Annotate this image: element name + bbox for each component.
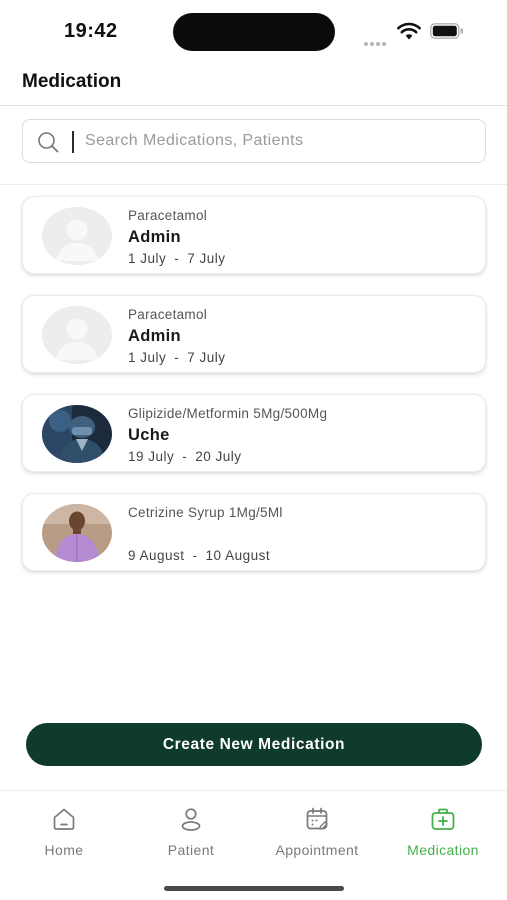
- date-range: 1 July -7 July: [128, 350, 478, 365]
- nav-label-home: Home: [44, 842, 84, 858]
- nav-item-appointment[interactable]: Appointment: [257, 805, 377, 865]
- end-date: 10 August: [205, 548, 271, 563]
- status-time: 19:42: [64, 20, 118, 42]
- bottom-navigation: Home Patient Appointment Medication: [0, 790, 507, 900]
- medication-card[interactable]: Paracetamol Admin 1 July -7 July: [22, 196, 486, 274]
- nav-label-medication: Medication: [407, 842, 479, 858]
- calendar-icon: [306, 807, 328, 830]
- nav-label-patient: Patient: [167, 842, 215, 858]
- search-box[interactable]: [22, 119, 486, 163]
- start-date: 1 July: [128, 251, 167, 266]
- patient-name: Admin: [128, 228, 181, 246]
- patient-name: Uche: [128, 426, 170, 444]
- date-separator: -: [174, 350, 180, 365]
- placeholder-avatar: [42, 207, 112, 265]
- start-date: 19 July: [128, 449, 175, 464]
- end-date: 7 July: [187, 251, 226, 266]
- user-icon: [181, 808, 201, 831]
- battery-icon: [430, 23, 463, 39]
- drug-name: Paracetamol: [128, 307, 208, 322]
- nav-label-appointment: Appointment: [275, 842, 359, 858]
- search-input[interactable]: [85, 126, 475, 156]
- end-date: 7 July: [187, 350, 226, 365]
- create-new-medication-button[interactable]: Create New Medication: [26, 723, 482, 766]
- drug-name: Paracetamol: [128, 208, 208, 223]
- drug-name: Glipizide/Metformin 5Mg/500Mg: [128, 406, 328, 421]
- start-date: 1 July: [128, 350, 167, 365]
- person-photo: [42, 504, 112, 562]
- home-indicator: [164, 886, 344, 891]
- end-date: 20 July: [195, 449, 242, 464]
- date-range: 1 July -7 July: [128, 251, 478, 266]
- medication-card[interactable]: Glipizide/Metformin 5Mg/500Mg Uche 19 Ju…: [22, 394, 486, 472]
- nav-item-patient[interactable]: Patient: [131, 805, 251, 865]
- page-title: Medication: [22, 71, 122, 92]
- medication-card[interactable]: Paracetamol Admin 1 July -7 July: [22, 295, 486, 373]
- date-separator: -: [182, 449, 188, 464]
- patient-name: [128, 525, 478, 547]
- date-range: 19 July -20 July: [128, 449, 478, 464]
- wifi-icon: [397, 22, 421, 40]
- medication-list: Paracetamol Admin 1 July -7 July Paraceta…: [22, 196, 486, 592]
- home-icon: [53, 808, 75, 830]
- header-divider: [0, 105, 507, 106]
- date-range: 9 August -10 August: [128, 548, 478, 563]
- placeholder-avatar: [42, 306, 112, 364]
- nav-item-medication[interactable]: Medication: [383, 805, 503, 865]
- doctor-photo: [42, 405, 112, 463]
- drug-name: Cetrizine Syrup 1Mg/5Ml: [128, 505, 283, 520]
- medical-kit-icon: [431, 808, 455, 830]
- medication-card[interactable]: Cetrizine Syrup 1Mg/5Ml 9 August -10 Augu…: [22, 493, 486, 571]
- dynamic-island: [173, 13, 335, 51]
- cellular-signal-icon: [364, 33, 388, 46]
- date-separator: -: [174, 251, 180, 266]
- start-date: 9 August: [128, 548, 185, 563]
- search-icon: [38, 132, 59, 153]
- search-divider: [0, 184, 507, 185]
- nav-item-home[interactable]: Home: [4, 805, 124, 865]
- text-cursor: [72, 131, 74, 153]
- status-bar: 19:42: [0, 0, 507, 62]
- patient-name: Admin: [128, 327, 181, 345]
- date-separator: -: [192, 548, 198, 563]
